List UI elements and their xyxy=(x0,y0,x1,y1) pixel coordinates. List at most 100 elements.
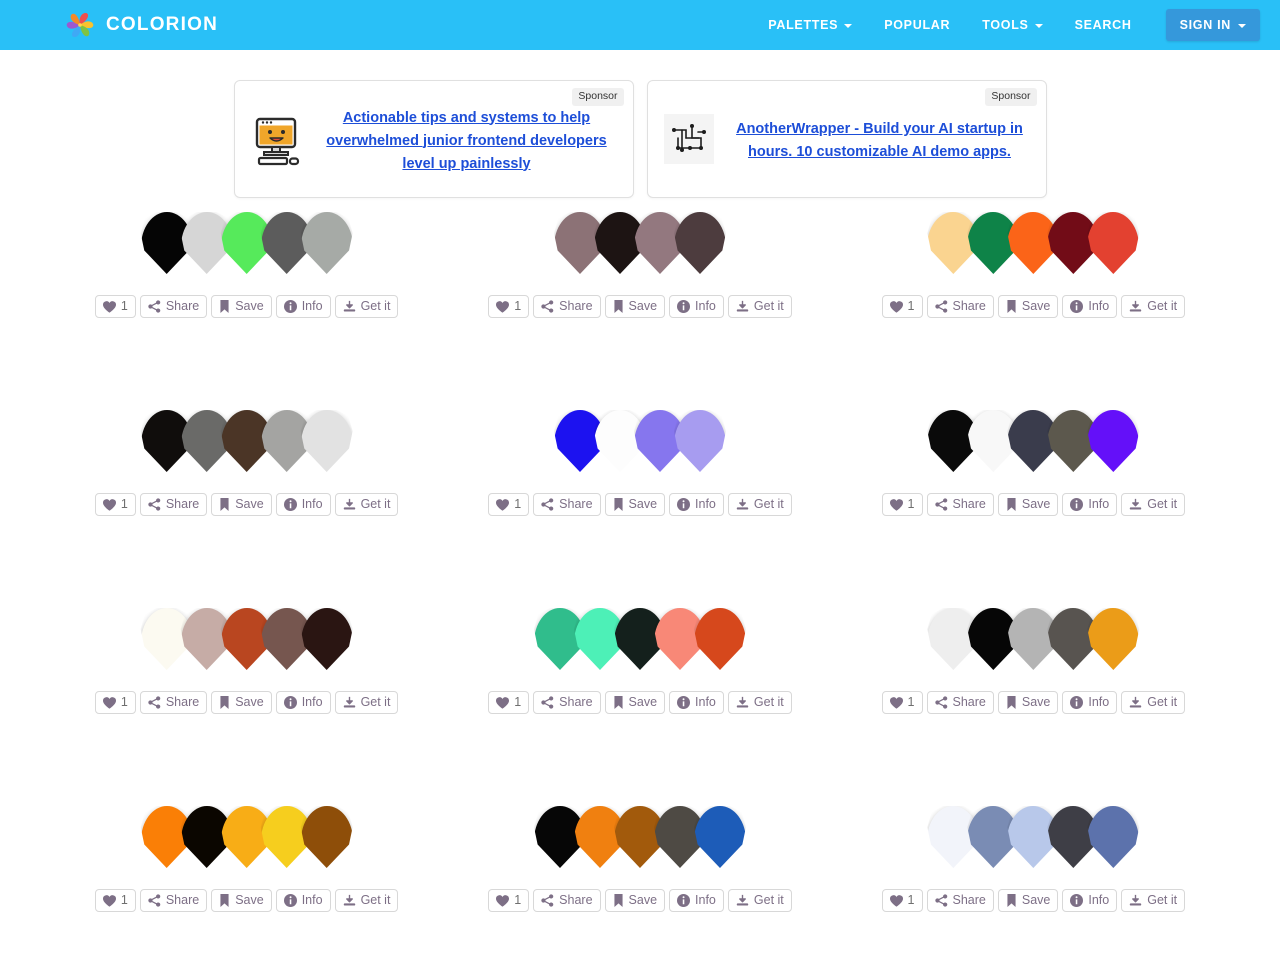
info-button[interactable]: Info xyxy=(669,691,724,714)
nav-item-popular[interactable]: POPULAR xyxy=(868,0,966,50)
info-button[interactable]: Info xyxy=(669,295,724,318)
share-button[interactable]: Share xyxy=(533,493,601,516)
share-button[interactable]: Share xyxy=(139,889,208,912)
palette-card[interactable]: 1 Share Save Info Get it xyxy=(837,594,1230,792)
color-swatch[interactable] xyxy=(300,212,353,274)
color-swatch[interactable] xyxy=(1087,212,1140,274)
palette-card[interactable]: 1 Share Save Info Get it xyxy=(50,198,443,396)
color-swatch[interactable] xyxy=(673,212,726,274)
get-it-button[interactable]: Get it xyxy=(727,889,792,912)
palette-card[interactable]: 1 Share Save Info Get it xyxy=(837,792,1230,960)
color-swatch[interactable] xyxy=(300,608,353,670)
share-button[interactable]: Share xyxy=(139,691,208,714)
share-button[interactable]: Share xyxy=(533,691,601,714)
color-swatch[interactable] xyxy=(1087,806,1140,868)
palette-card[interactable]: 1 Share Save Info Get it xyxy=(50,792,443,960)
palette-card[interactable]: 1 Share Save Info Get it xyxy=(443,198,836,396)
share-button[interactable]: Share xyxy=(926,691,994,714)
get-it-button[interactable]: Get it xyxy=(334,493,399,516)
save-button[interactable]: Save xyxy=(997,295,1059,318)
color-swatch[interactable] xyxy=(673,410,726,472)
info-button[interactable]: Info xyxy=(669,493,724,516)
get-it-button[interactable]: Get it xyxy=(1121,691,1186,714)
get-it-button[interactable]: Get it xyxy=(727,295,792,318)
like-button[interactable]: 1 xyxy=(488,295,530,318)
sponsor-link-1[interactable]: Actionable tips and systems to help over… xyxy=(317,107,617,176)
nav-item-tools[interactable]: TOOLS xyxy=(966,0,1058,50)
like-button[interactable]: 1 xyxy=(488,889,530,912)
info-button[interactable]: Info xyxy=(1062,295,1118,318)
like-button[interactable]: 1 xyxy=(94,295,136,318)
like-button[interactable]: 1 xyxy=(881,493,923,516)
like-button[interactable]: 1 xyxy=(94,493,136,516)
share-button[interactable]: Share xyxy=(926,889,994,912)
info-button[interactable]: Info xyxy=(275,493,331,516)
brand-logo-link[interactable]: COLORION xyxy=(65,10,218,40)
color-swatch[interactable] xyxy=(300,806,353,868)
info-button[interactable]: Info xyxy=(1062,889,1118,912)
info-button[interactable]: Info xyxy=(1062,493,1118,516)
share-button[interactable]: Share xyxy=(139,493,208,516)
get-it-button[interactable]: Get it xyxy=(334,889,399,912)
sponsor-link-2[interactable]: AnotherWrapper - Build your AI startup i… xyxy=(730,118,1030,164)
palette-card[interactable]: 1 Share Save Info Get it xyxy=(50,396,443,594)
info-button[interactable]: Info xyxy=(669,889,724,912)
info-button[interactable]: Info xyxy=(275,889,331,912)
palette-card[interactable]: 1 Share Save Info Get it xyxy=(443,594,836,792)
get-it-button[interactable]: Get it xyxy=(1121,889,1186,912)
palette-card[interactable]: 1 Share Save Info Get it xyxy=(837,198,1230,396)
save-button[interactable]: Save xyxy=(604,889,666,912)
get-it-button[interactable]: Get it xyxy=(334,295,399,318)
color-swatch[interactable] xyxy=(1087,608,1140,670)
save-button[interactable]: Save xyxy=(997,691,1059,714)
like-button[interactable]: 1 xyxy=(881,691,923,714)
palette-card[interactable]: 1 Share Save Info Get it xyxy=(837,396,1230,594)
palette-action-row: 1 Share Save Info Get it xyxy=(488,295,792,318)
share-button[interactable]: Share xyxy=(533,295,601,318)
info-circle-icon xyxy=(677,300,691,313)
color-swatch[interactable] xyxy=(693,608,746,670)
nav-item-popular-label: POPULAR xyxy=(884,18,951,32)
nav-item-search[interactable]: SEARCH xyxy=(1059,0,1148,50)
sponsor-card-2[interactable]: Sponsor AnotherWrapper - Build your AI s… xyxy=(646,80,1047,198)
like-button[interactable]: 1 xyxy=(94,691,136,714)
save-button[interactable]: Save xyxy=(604,295,666,318)
bookmark-icon xyxy=(1006,894,1017,907)
share-button[interactable]: Share xyxy=(926,493,994,516)
get-it-button[interactable]: Get it xyxy=(334,691,399,714)
palette-card[interactable]: 1 Share Save Info Get it xyxy=(443,792,836,960)
save-button[interactable]: Save xyxy=(211,889,272,912)
share-button[interactable]: Share xyxy=(139,295,208,318)
get-it-button[interactable]: Get it xyxy=(1121,493,1186,516)
save-button[interactable]: Save xyxy=(604,493,666,516)
like-button[interactable]: 1 xyxy=(881,889,923,912)
like-button[interactable]: 1 xyxy=(881,295,923,318)
save-button[interactable]: Save xyxy=(211,295,272,318)
info-button[interactable]: Info xyxy=(275,691,331,714)
save-button[interactable]: Save xyxy=(211,493,272,516)
sign-in-button[interactable]: SIGN IN xyxy=(1165,9,1260,41)
save-button[interactable]: Save xyxy=(997,889,1059,912)
color-swatch[interactable] xyxy=(1087,410,1140,472)
like-button[interactable]: 1 xyxy=(94,889,136,912)
like-button[interactable]: 1 xyxy=(488,493,530,516)
color-swatch[interactable] xyxy=(300,410,353,472)
like-button[interactable]: 1 xyxy=(488,691,530,714)
save-button[interactable]: Save xyxy=(997,493,1059,516)
share-button[interactable]: Share xyxy=(926,295,994,318)
get-it-button[interactable]: Get it xyxy=(727,493,792,516)
bookmark-icon xyxy=(219,696,230,709)
nav-item-palettes[interactable]: PALETTES xyxy=(752,0,868,50)
save-button[interactable]: Save xyxy=(604,691,666,714)
info-button-label: Info xyxy=(695,497,716,512)
share-button[interactable]: Share xyxy=(533,889,601,912)
get-it-button[interactable]: Get it xyxy=(727,691,792,714)
sponsor-card-1[interactable]: Sponsor Actionable tips and systems to h… xyxy=(233,80,634,198)
info-button[interactable]: Info xyxy=(275,295,331,318)
info-button[interactable]: Info xyxy=(1062,691,1118,714)
save-button[interactable]: Save xyxy=(211,691,272,714)
color-swatch[interactable] xyxy=(693,806,746,868)
palette-card[interactable]: 1 Share Save Info Get it xyxy=(50,594,443,792)
get-it-button[interactable]: Get it xyxy=(1121,295,1186,318)
palette-card[interactable]: 1 Share Save Info Get it xyxy=(443,396,836,594)
